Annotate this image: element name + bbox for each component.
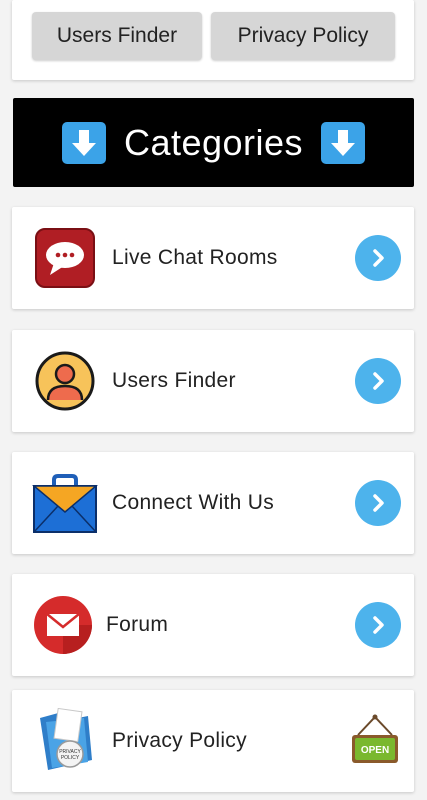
list-item-label: Connect With Us [112,491,275,514]
privacy-folder-icon: PRIVACY POLICY [32,708,98,774]
chevron-right-icon[interactable] [355,480,401,526]
list-item-privacy-policy[interactable]: PRIVACY POLICY Privacy Policy OPEN [12,690,414,792]
list-item-live-chat-rooms[interactable]: Live Chat Rooms [12,207,414,309]
down-arrow-icon [61,121,106,164]
list-item-label: Live Chat Rooms [112,246,278,269]
list-item-label: Users Finder [112,369,236,392]
list-item-forum[interactable]: Forum [12,574,414,676]
chevron-right-icon[interactable] [355,358,401,404]
categories-title: Categories [123,121,304,163]
categories-banner: Categories [13,98,414,187]
chat-bubble-icon [32,225,98,291]
chevron-right-icon[interactable] [355,235,401,281]
list-item-label: Forum [106,613,169,636]
privacy-policy-button[interactable]: Privacy Policy [211,12,395,60]
envelope-icon [30,592,96,658]
chevron-right-icon[interactable] [355,602,401,648]
open-sign-text: OPEN [361,745,389,756]
list-item-connect-with-us[interactable]: Connect With Us [12,452,414,554]
list-item-users-finder[interactable]: Users Finder [12,330,414,432]
user-avatar-icon [32,348,98,414]
privacy-folder-text: POLICY [61,755,80,761]
users-finder-button[interactable]: Users Finder [32,12,202,60]
mailbox-icon [32,470,98,536]
open-sign-icon[interactable]: OPEN [350,713,400,769]
list-item-label: Privacy Policy [112,729,247,752]
top-buttons-card: Users Finder Privacy Policy [12,0,414,80]
down-arrow-icon [321,121,366,164]
